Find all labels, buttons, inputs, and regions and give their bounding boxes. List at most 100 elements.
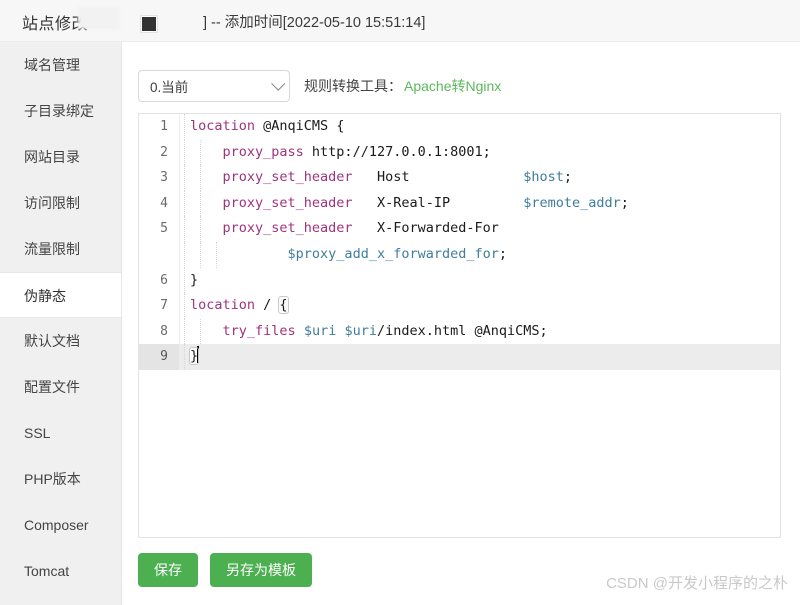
- code-token: proxy_set_header: [223, 169, 353, 185]
- code-line[interactable]: 5 proxy_set_header X-Forwarded-For: [139, 216, 780, 242]
- code-line[interactable]: 8 try_files $uri $uri/index.html @AnqiCM…: [139, 319, 780, 345]
- sidebar-item-0[interactable]: 域名管理: [0, 42, 121, 88]
- line-number: 3: [139, 165, 179, 191]
- code-token: ;: [564, 169, 572, 185]
- code-token: try_files: [223, 323, 296, 339]
- code-token: X-Real-IP: [353, 195, 524, 211]
- code-text: try_files $uri $uri/index.html @AnqiCMS;: [180, 319, 548, 345]
- code-token: /index.html @AnqiCMS;: [377, 323, 548, 339]
- sidebar-item-10[interactable]: Composer: [0, 502, 121, 548]
- line-number: 1: [139, 114, 179, 140]
- line-number: 7: [139, 293, 179, 319]
- header-subtitle: ] -- 添加时间[2022-05-10 15:51:14]: [203, 11, 425, 32]
- code-text: location / {: [180, 293, 288, 319]
- code-token: {: [279, 297, 287, 313]
- converter-label: 规则转换工具：: [304, 76, 402, 96]
- code-line[interactable]: 6}: [139, 268, 780, 294]
- rule-select[interactable]: 0.当前: [138, 70, 290, 102]
- sidebar-item-9[interactable]: PHP版本: [0, 456, 121, 502]
- blurred-block-icon: [78, 7, 120, 29]
- sidebar-item-6[interactable]: 默认文档: [0, 318, 121, 364]
- indent-guide: [184, 268, 186, 294]
- indent-guide: [184, 216, 186, 242]
- indent-guide: [184, 293, 186, 319]
- code-text: }: [180, 344, 199, 370]
- sidebar-item-1[interactable]: 子目录绑定: [0, 88, 121, 134]
- code-text: }: [180, 268, 198, 294]
- window-header: 站点修改 ] -- 添加时间[2022-05-10 15:51:14]: [0, 0, 800, 42]
- line-number: 6: [139, 268, 179, 294]
- sidebar-item-label: 流量限制: [24, 241, 80, 257]
- code-line[interactable]: 4 proxy_set_header X-Real-IP $remote_add…: [139, 191, 780, 217]
- code-token: http://127.0.0.1:8001;: [304, 144, 491, 160]
- code-line[interactable]: 9}: [139, 344, 780, 370]
- sidebar-item-2[interactable]: 网站目录: [0, 134, 121, 180]
- code-token: proxy_pass: [223, 144, 304, 160]
- indent-space: [190, 169, 223, 185]
- sidebar-item-4[interactable]: 流量限制: [0, 226, 121, 272]
- sidebar-item-label: 访问限制: [24, 195, 80, 211]
- code-token: [296, 323, 304, 339]
- code-token: proxy_set_header: [223, 195, 353, 211]
- sidebar-item-8[interactable]: SSL: [0, 410, 121, 456]
- code-token: ;: [499, 246, 507, 262]
- indent-space: [190, 323, 223, 339]
- code-line[interactable]: 2 proxy_pass http://127.0.0.1:8001;: [139, 140, 780, 166]
- sidebar-item-label: 域名管理: [24, 57, 80, 73]
- sidebar-item-5[interactable]: 伪静态: [0, 272, 121, 318]
- code-token: location: [190, 118, 263, 134]
- code-line[interactable]: 1 location @AnqiCMS {: [139, 114, 780, 140]
- sidebar-item-label: 默认文档: [24, 333, 80, 349]
- line-number: 4: [139, 191, 179, 217]
- indent-guide: [200, 319, 202, 345]
- indent-guide: [200, 242, 202, 268]
- sidebar-item-label: SSL: [24, 425, 50, 441]
- line-number: 2: [139, 140, 179, 166]
- sidebar-item-label: Composer: [24, 517, 89, 533]
- code-token: /: [263, 297, 279, 313]
- code-token: X-Forwarded-For: [353, 220, 499, 236]
- footer-actions: 保存 另存为模板: [138, 553, 312, 587]
- chevron-down-icon: [271, 77, 285, 91]
- code-line[interactable]: 7location / {: [139, 293, 780, 319]
- save-button[interactable]: 保存: [138, 553, 198, 587]
- save-as-template-button[interactable]: 另存为模板: [210, 553, 312, 587]
- indent-guide: [200, 191, 202, 217]
- indent-space: [190, 144, 223, 160]
- indent-space: [190, 220, 223, 236]
- indent-guide: [184, 165, 186, 191]
- code-text: proxy_pass http://127.0.0.1:8001;: [180, 140, 491, 166]
- code-token: }: [190, 272, 198, 288]
- code-token: @AnqiCMS {: [263, 118, 344, 134]
- indent-guide: [184, 140, 186, 166]
- indent-guide: [184, 114, 186, 140]
- code-token: $uri: [344, 323, 377, 339]
- indent-guide: [200, 216, 202, 242]
- rule-select-value: 0.当前: [139, 76, 188, 96]
- code-token: $proxy_add_x_forwarded_for: [255, 246, 499, 262]
- sidebar-item-11[interactable]: Tomcat: [0, 548, 121, 594]
- code-token: proxy_set_header: [223, 220, 353, 236]
- sidebar: 域名管理子目录绑定网站目录访问限制流量限制伪静态默认文档配置文件 SSL PHP版本…: [0, 42, 122, 605]
- apache-to-nginx-link[interactable]: Apache转Nginx: [404, 76, 501, 96]
- sidebar-item-7[interactable]: 配置文件: [0, 364, 121, 410]
- code-editor[interactable]: 1 location @AnqiCMS { 2 proxy_pass http://…: [138, 113, 781, 538]
- indent-guide: [184, 319, 186, 345]
- code-token: $uri: [304, 323, 337, 339]
- indent-guide: [184, 344, 186, 370]
- sidebar-item-label: 网站目录: [24, 149, 80, 165]
- line-number: 9: [139, 344, 179, 370]
- toolbar: 0.当前 规则转换工具： Apache转Nginx: [138, 70, 501, 102]
- sidebar-item-3[interactable]: 访问限制: [0, 180, 121, 226]
- code-line[interactable]: $proxy_add_x_forwarded_for;: [139, 242, 780, 268]
- code-text: proxy_set_header X-Forwarded-For: [180, 216, 499, 242]
- indent-guide: [184, 242, 186, 268]
- code-line[interactable]: 3 proxy_set_header Host $host;: [139, 165, 780, 191]
- indent-guide: [200, 165, 202, 191]
- dark-square-icon: [141, 16, 157, 32]
- code-token: ;: [621, 195, 629, 211]
- code-text: $proxy_add_x_forwarded_for;: [180, 242, 507, 268]
- sidebar-item-label: 伪静态: [24, 288, 66, 304]
- code-token: Host: [353, 169, 524, 185]
- code-token: $host: [523, 169, 564, 185]
